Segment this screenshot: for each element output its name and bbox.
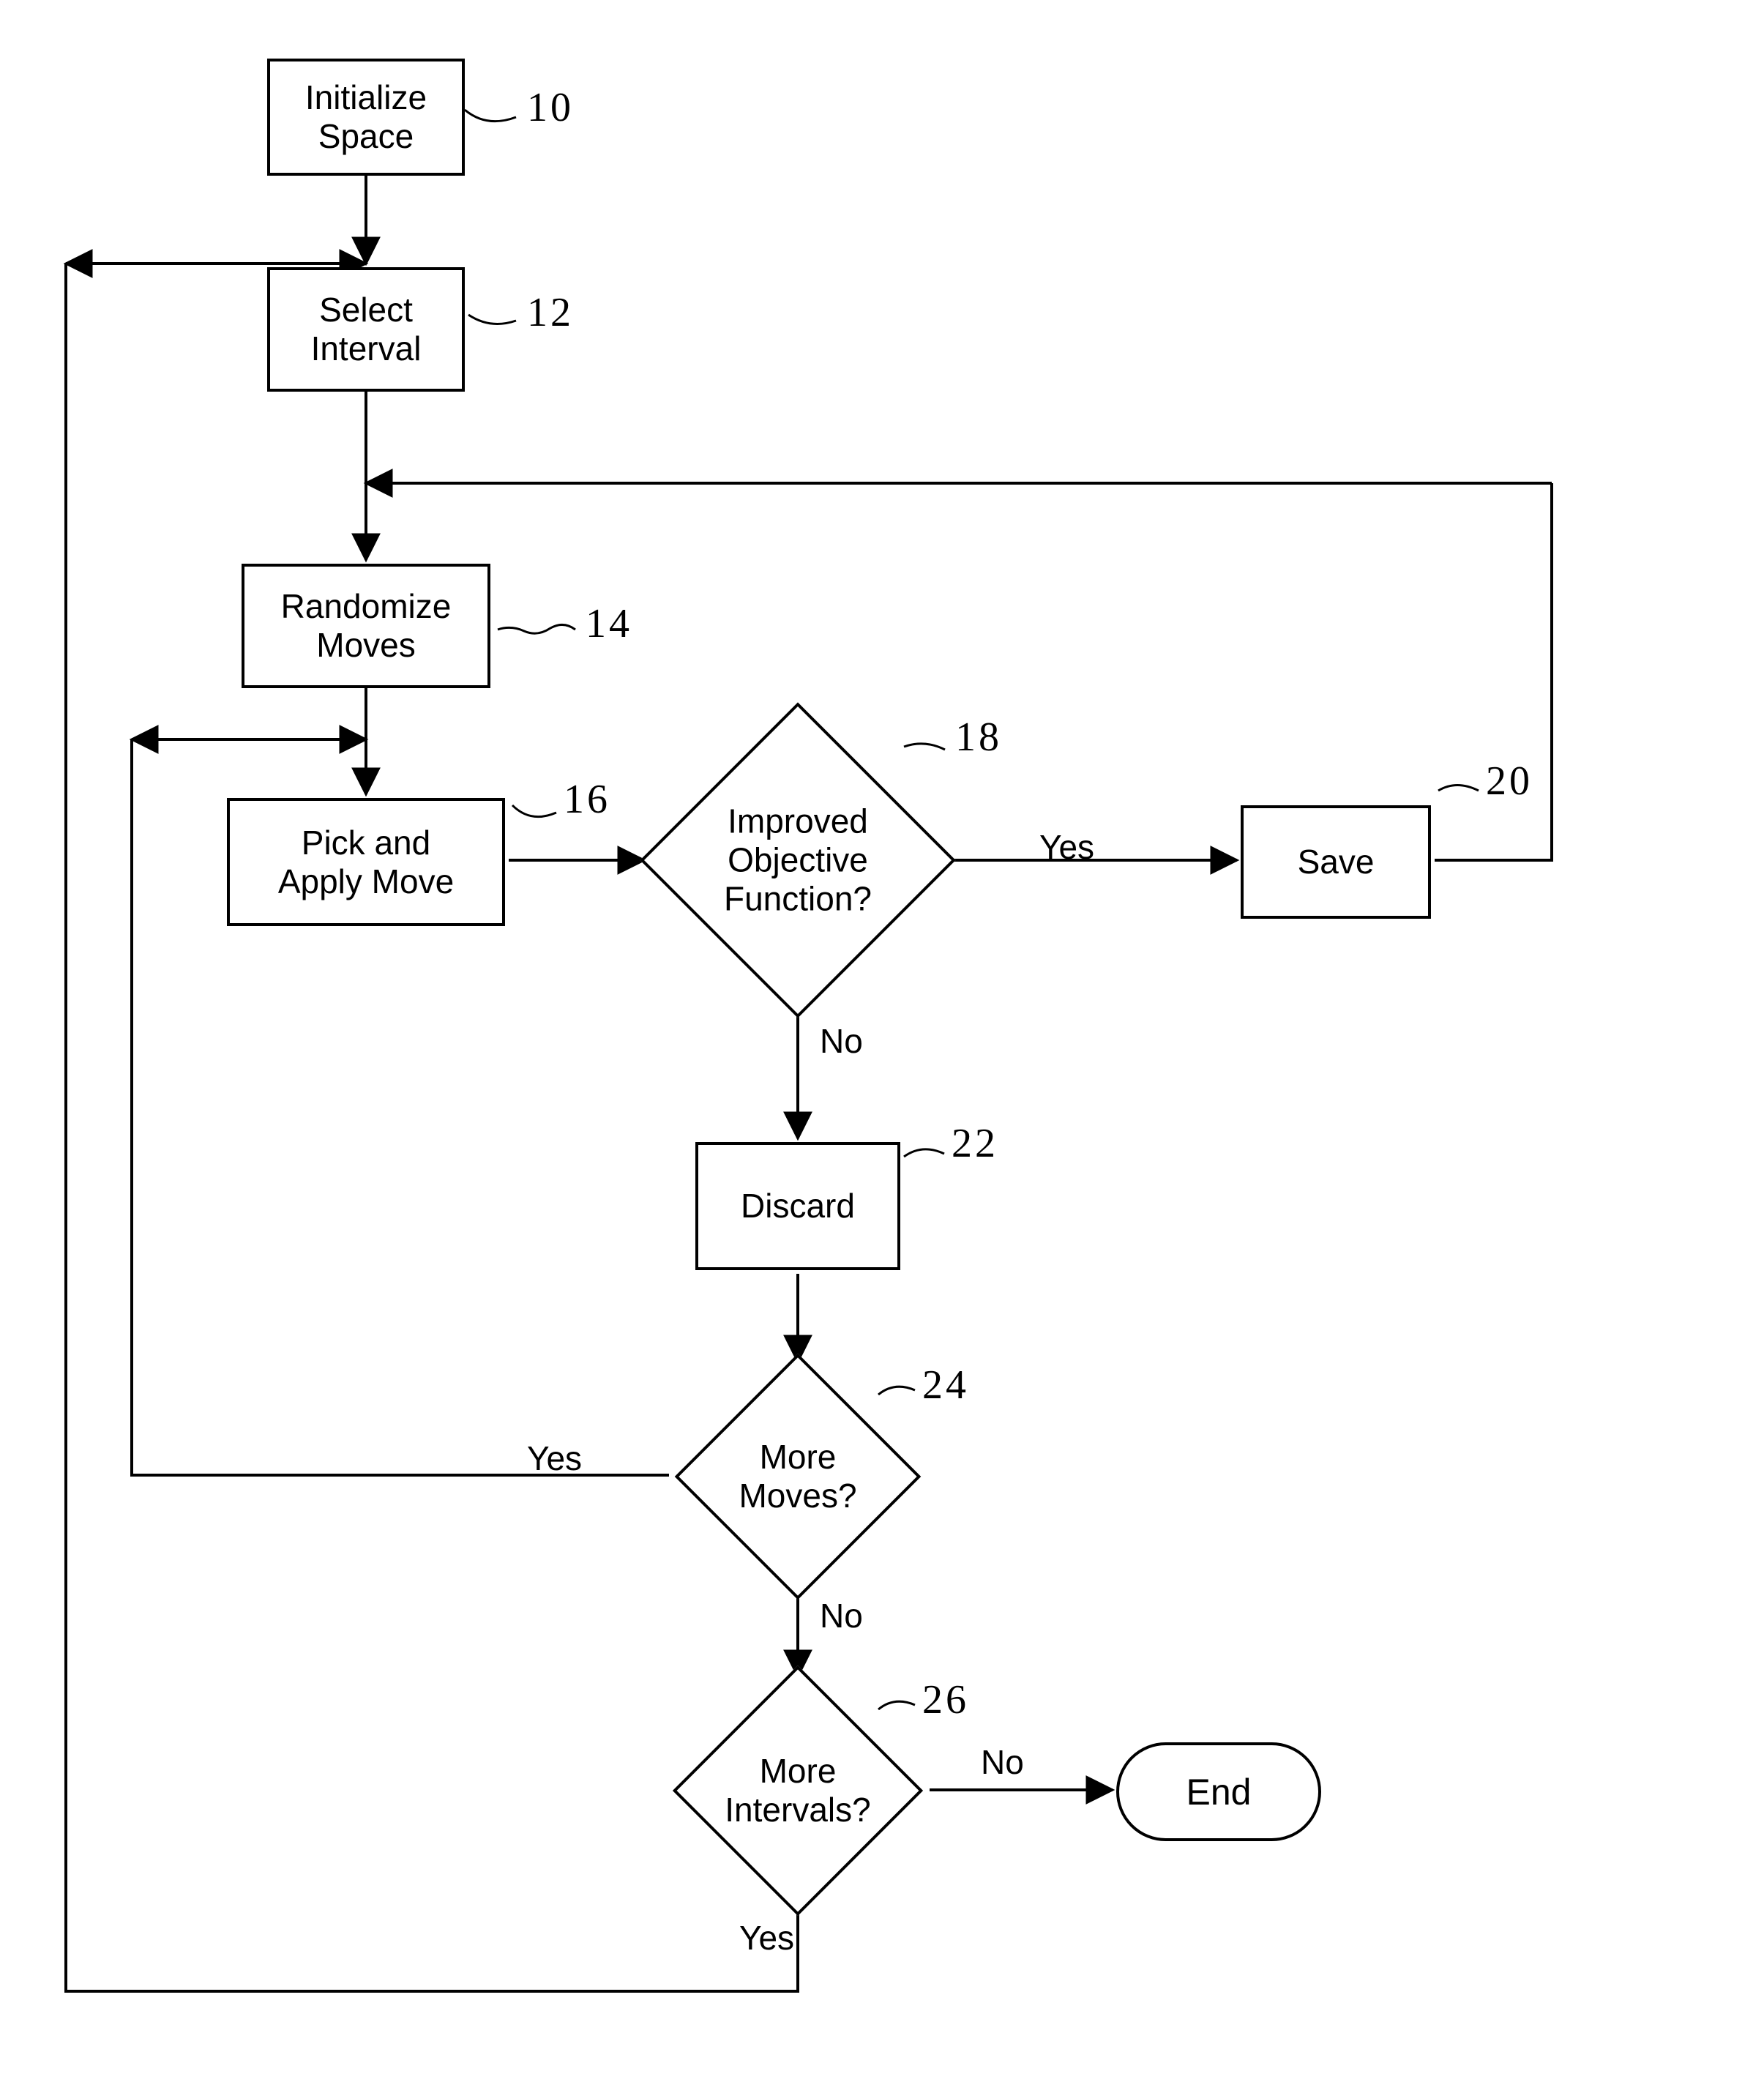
- node-label: Select Interval: [311, 291, 422, 368]
- node-discard: Discard: [695, 1142, 900, 1270]
- node-label: Improved Objective Function?: [724, 802, 872, 919]
- callout-24: 24: [922, 1362, 969, 1408]
- node-label: More Moves?: [739, 1438, 856, 1515]
- callout-10: 10: [527, 84, 574, 131]
- flowchart-canvas: Initialize Space Select Interval Randomi…: [0, 0, 1764, 2082]
- edge-label-no: No: [981, 1742, 1024, 1782]
- node-select-interval: Select Interval: [267, 267, 465, 392]
- callout-20: 20: [1486, 758, 1533, 805]
- edge-label-yes: Yes: [527, 1439, 582, 1478]
- node-label: Pick and Apply Move: [278, 824, 454, 901]
- node-improved-objective: Improved Objective Function?: [644, 706, 952, 1014]
- edge-label-no: No: [820, 1021, 863, 1061]
- callout-18: 18: [955, 714, 1002, 761]
- node-end: End: [1116, 1742, 1321, 1841]
- node-more-moves: More Moves?: [670, 1362, 926, 1592]
- callout-14: 14: [586, 600, 632, 647]
- node-label: Save: [1298, 843, 1375, 881]
- callout-22: 22: [952, 1120, 998, 1167]
- callout-16: 16: [564, 776, 610, 823]
- node-label: End: [1186, 1771, 1252, 1813]
- node-more-intervals: More Intervals?: [666, 1676, 930, 1905]
- node-pick-apply: Pick and Apply Move: [227, 798, 505, 926]
- node-save: Save: [1241, 805, 1431, 919]
- node-label: Randomize Moves: [281, 587, 452, 665]
- node-randomize-moves: Randomize Moves: [242, 564, 490, 688]
- node-label: Initialize Space: [305, 78, 427, 156]
- callout-12: 12: [527, 289, 574, 336]
- edge-label-yes: Yes: [1039, 827, 1094, 867]
- node-initialize-space: Initialize Space: [267, 59, 465, 176]
- edge-label-yes: Yes: [739, 1918, 794, 1958]
- node-label: Discard: [741, 1187, 855, 1225]
- edge-label-no: No: [820, 1596, 863, 1635]
- node-label: More Intervals?: [725, 1752, 870, 1829]
- callout-26: 26: [922, 1676, 969, 1723]
